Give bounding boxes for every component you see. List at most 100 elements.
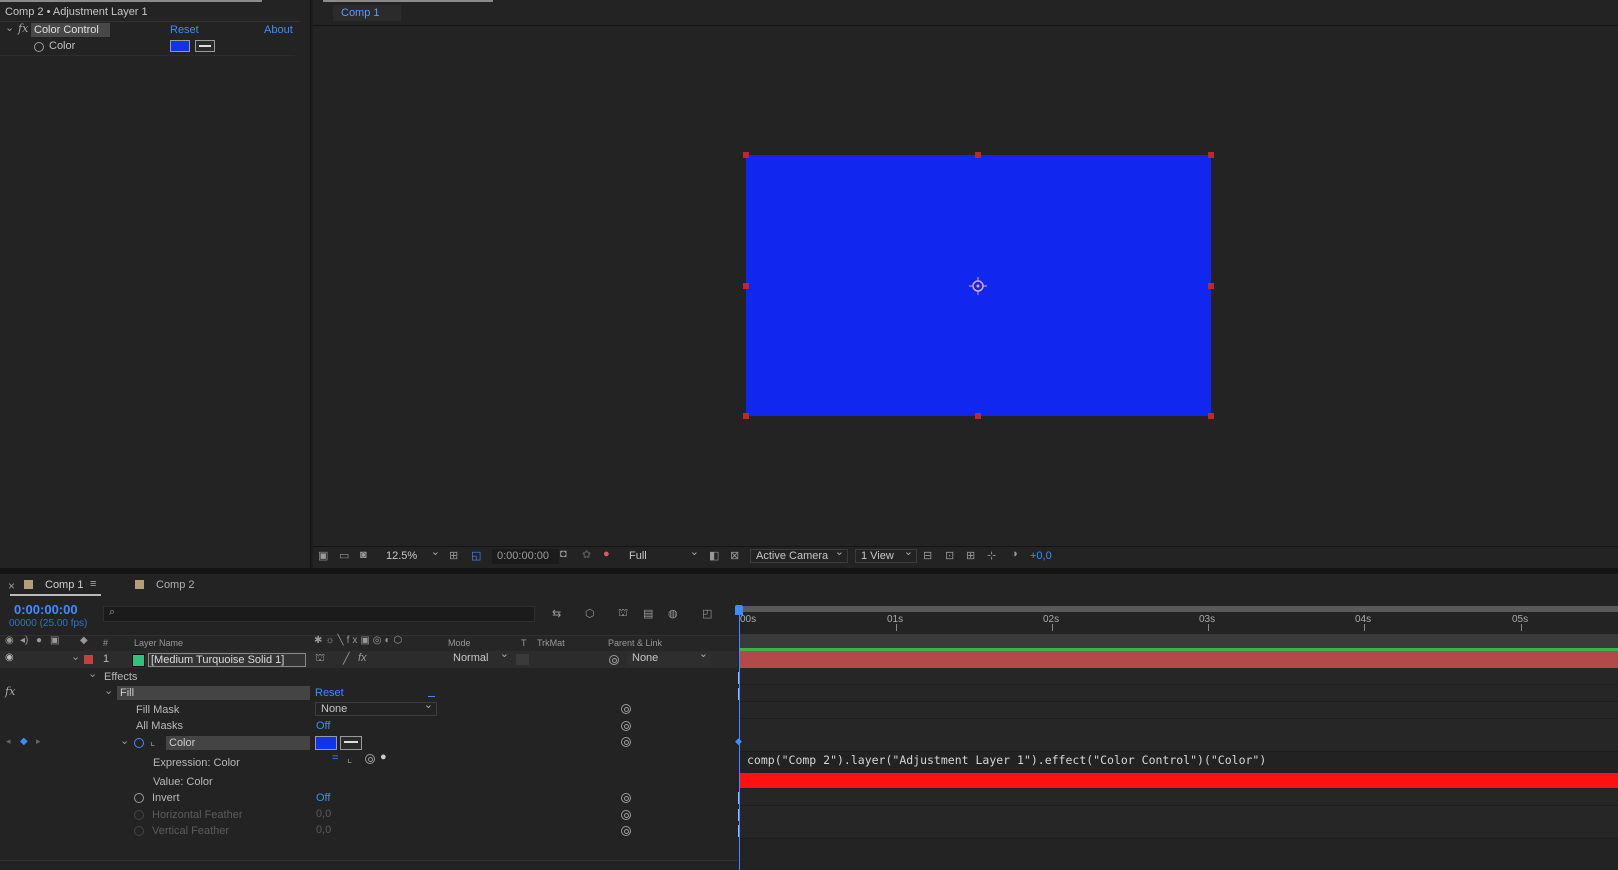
- color-chevron-icon[interactable]: ⌄: [120, 734, 129, 747]
- view-options-icon[interactable]: ⊟: [923, 549, 932, 562]
- panel-menu-icon[interactable]: ≡: [90, 578, 96, 590]
- expression-enable-icon[interactable]: =: [332, 752, 338, 764]
- value-label: Value: Color: [153, 776, 213, 788]
- fit-icon[interactable]: ⊞: [449, 549, 458, 562]
- current-time-display[interactable]: 0:00:00:00: [14, 602, 78, 617]
- pick-whip-icon[interactable]: [621, 737, 631, 747]
- shy-layers-icon[interactable]: ⛫: [618, 607, 628, 621]
- always-preview-icon[interactable]: ▣: [318, 549, 328, 562]
- channel-rgb-icon[interactable]: ●: [603, 548, 610, 560]
- effect-switch-icon[interactable]: fx: [358, 652, 367, 664]
- layer-index: 1: [103, 653, 110, 665]
- composition-mini-flowchart-icon[interactable]: ⇆: [552, 607, 561, 620]
- zoom-dropdown[interactable]: 12.5%: [381, 546, 443, 564]
- viewer-tab-comp1[interactable]: Comp 1: [333, 5, 401, 21]
- graph-editor-icon[interactable]: ◰: [702, 607, 712, 620]
- snapshot-camera-icon[interactable]: ◘: [560, 548, 567, 560]
- invert-value[interactable]: Off: [316, 792, 330, 804]
- layer-search-input[interactable]: [103, 606, 535, 622]
- transparency-grid-icon[interactable]: ⊠: [730, 549, 739, 562]
- pick-whip-icon[interactable]: [621, 704, 631, 714]
- transform-handle[interactable]: [975, 413, 981, 419]
- column-layer-name[interactable]: Layer Name: [134, 638, 183, 648]
- view-layout-dropdown[interactable]: 1 View: [855, 546, 917, 563]
- timeline-toggle-icon[interactable]: ⊡: [945, 549, 954, 562]
- fill-mask-dropdown[interactable]: None: [315, 699, 437, 716]
- transform-handle[interactable]: [1208, 152, 1214, 158]
- quality-switch-icon[interactable]: ╱: [343, 652, 350, 665]
- stopwatch-icon[interactable]: [34, 42, 44, 52]
- frame-blending-icon[interactable]: ▤: [643, 607, 653, 620]
- camera-dropdown[interactable]: Active Camera: [750, 546, 848, 563]
- effect-name[interactable]: Color Control: [31, 23, 110, 37]
- comp-flowchart-icon[interactable]: ⊞: [966, 549, 975, 562]
- reset-exposure-icon[interactable]: ◑: [1011, 548, 1018, 560]
- fill-effect-name[interactable]: Fill: [117, 686, 310, 700]
- eyedropper-icon[interactable]: [340, 736, 362, 750]
- graph-icon[interactable]: ⌞: [150, 735, 155, 748]
- timeline-tab-comp2[interactable]: Comp 2: [156, 579, 195, 591]
- color-swatch[interactable]: [170, 40, 190, 52]
- roi-icon[interactable]: ◧: [709, 549, 719, 562]
- transform-handle[interactable]: [743, 413, 749, 419]
- transform-handle[interactable]: [975, 152, 981, 158]
- stopwatch-icon[interactable]: [134, 738, 144, 748]
- effect-reset-link[interactable]: Reset: [170, 24, 199, 36]
- add-keyframe-icon[interactable]: ◆: [20, 736, 28, 747]
- color-swatch[interactable]: [315, 736, 337, 750]
- property-color[interactable]: Color: [166, 736, 310, 750]
- property-horizontal-feather: Horizontal Feather: [152, 809, 243, 821]
- pick-whip-icon[interactable]: [621, 793, 631, 803]
- eyedropper-icon[interactable]: [195, 40, 215, 52]
- mask-visibility-icon[interactable]: ◱: [471, 549, 481, 562]
- close-tab-icon[interactable]: ×: [8, 579, 15, 593]
- all-masks-value[interactable]: Off: [316, 720, 330, 732]
- transform-handle[interactable]: [1208, 283, 1214, 289]
- pick-whip-icon[interactable]: [609, 655, 619, 665]
- expression-text[interactable]: comp("Comp 2").layer("Adjustment Layer 1…: [747, 753, 1266, 767]
- fill-chevron-icon[interactable]: ⌄: [104, 684, 113, 697]
- anchor-point-icon[interactable]: [969, 277, 987, 295]
- time-ruler[interactable]: [736, 603, 1618, 633]
- layer-visibility-icon[interactable]: ◉: [5, 652, 14, 663]
- layer-name[interactable]: [Medium Turquoise Solid 1]: [148, 653, 306, 667]
- blend-mode-dropdown[interactable]: Normal: [448, 648, 512, 666]
- draft-3d-icon[interactable]: ⬡: [585, 607, 595, 620]
- pick-whip-icon[interactable]: [621, 721, 631, 731]
- timeline-tab-comp1[interactable]: Comp 1: [45, 579, 84, 591]
- monitor-icon[interactable]: ▭: [339, 549, 349, 562]
- pick-whip-icon[interactable]: [621, 826, 631, 836]
- transform-handle[interactable]: [743, 152, 749, 158]
- flowchart-icon[interactable]: ⊹: [987, 549, 996, 562]
- resolution-dropdown[interactable]: Full: [624, 546, 702, 564]
- viewer-timecode[interactable]: 0:00:00:00: [492, 549, 559, 564]
- collapse-switch-icon[interactable]: ⛫: [315, 652, 325, 666]
- work-area-bar[interactable]: [736, 606, 1618, 612]
- expand-layer-chevron-icon[interactable]: ⌄: [71, 650, 80, 663]
- expression-graph-icon[interactable]: ⌞: [347, 752, 352, 765]
- expression-pick-whip-icon[interactable]: [365, 754, 375, 764]
- pick-whip-icon[interactable]: [621, 810, 631, 820]
- trkmat-box[interactable]: [516, 654, 529, 665]
- prev-keyframe-icon[interactable]: ◂: [6, 736, 11, 747]
- stopwatch-icon: [134, 826, 144, 836]
- layer-duration-bar[interactable]: [740, 651, 1618, 668]
- fx-icon[interactable]: fx: [18, 22, 28, 35]
- exposure-value[interactable]: +0,0: [1030, 550, 1052, 562]
- vr-goggles-icon[interactable]: ◙: [360, 549, 367, 561]
- effects-chevron-icon[interactable]: ⌄: [88, 667, 97, 680]
- next-keyframe-icon[interactable]: ▸: [36, 736, 41, 747]
- current-time-indicator[interactable]: [739, 612, 740, 870]
- show-snapshot-icon[interactable]: ✿: [582, 548, 591, 561]
- motion-blur-icon[interactable]: ◍: [668, 607, 678, 620]
- effect-about-link[interactable]: About: [264, 24, 293, 36]
- parent-dropdown[interactable]: None: [627, 648, 711, 666]
- layer-label-color[interactable]: [84, 655, 93, 664]
- stopwatch-icon[interactable]: [134, 793, 144, 803]
- fx-icon[interactable]: fx: [5, 685, 15, 698]
- transform-handle[interactable]: [743, 283, 749, 289]
- expression-language-menu-icon[interactable]: ●: [380, 751, 387, 763]
- fill-reset-link[interactable]: Reset: [315, 687, 344, 699]
- collapse-chevron-icon[interactable]: ⌄: [5, 21, 14, 34]
- transform-handle[interactable]: [1208, 413, 1214, 419]
